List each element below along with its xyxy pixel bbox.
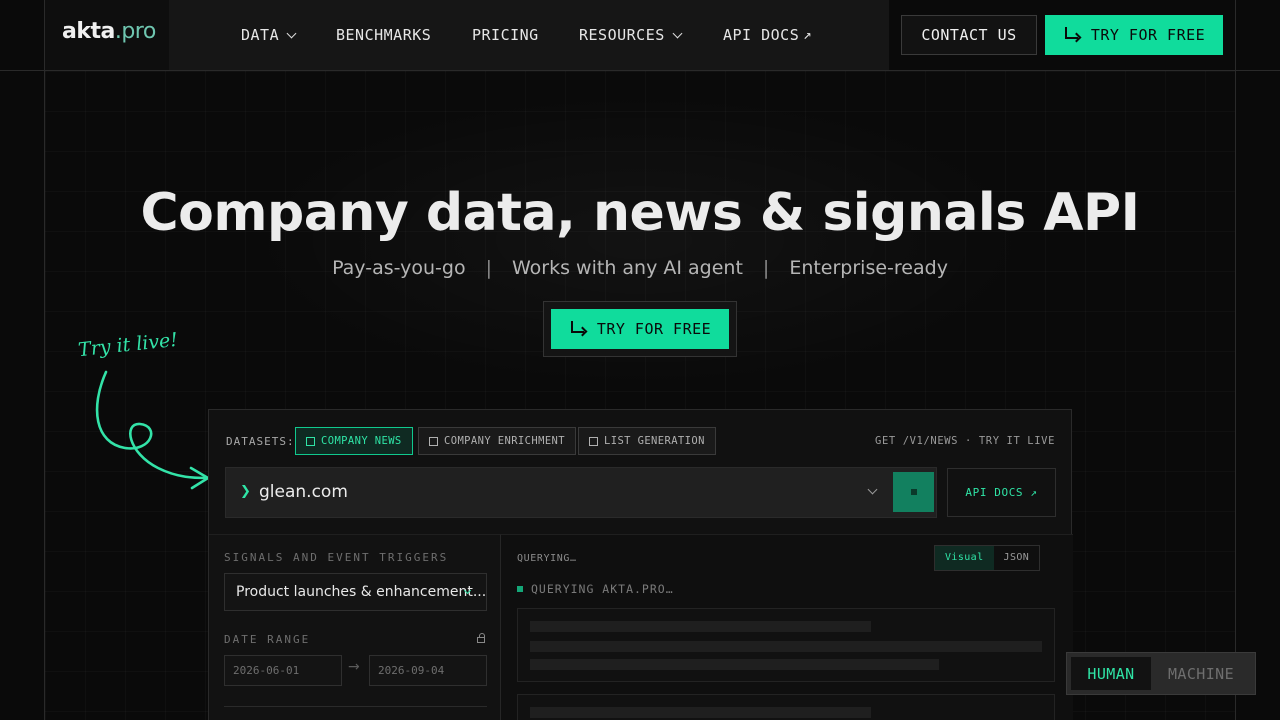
- chip-company-enrichment[interactable]: COMPANY ENRICHMENT: [418, 427, 576, 455]
- chip-list-generation[interactable]: LIST GENERATION: [578, 427, 716, 455]
- curved-arrow-icon: [95, 370, 210, 490]
- date-from-field[interactable]: 2026-06-01: [224, 655, 342, 686]
- try-for-free-header-button[interactable]: TRY FOR FREE: [1045, 15, 1223, 55]
- view-toggle: Visual JSON: [934, 545, 1041, 571]
- query-status: QUERYING AKTA.PRO…: [517, 582, 674, 596]
- results-column: QUERYING… Visual JSON QUERYING AKTA.PRO…: [501, 534, 1073, 720]
- building-icon: [429, 436, 438, 446]
- hero-title: Company data, news & signals API: [140, 183, 1140, 243]
- frame-line-right: [1235, 0, 1236, 720]
- chip-company-news[interactable]: COMPANY NEWS: [295, 427, 413, 455]
- news-icon: [306, 436, 315, 446]
- skeleton-line: [530, 707, 871, 718]
- filters-column: SIGNALS AND EVENT TRIGGERS Product launc…: [209, 534, 501, 720]
- prompt-caret-icon: ❯: [240, 484, 251, 499]
- skeleton-line: [530, 641, 1042, 652]
- enter-arrow-icon: [1063, 27, 1082, 43]
- nav-item-label: PRICING: [472, 26, 539, 44]
- try-for-free-label: TRY FOR FREE: [1090, 26, 1206, 44]
- enter-arrow-icon: [569, 321, 588, 337]
- api-docs-button[interactable]: API DOCS ↗: [947, 468, 1056, 517]
- nav-item-label: DATA: [241, 26, 280, 44]
- nav-item-resources[interactable]: RESOURCES: [579, 26, 683, 44]
- skeleton-card: [517, 608, 1055, 682]
- domain-search-input[interactable]: ❯ glean.com: [225, 467, 937, 518]
- view-json-tab[interactable]: JSON: [994, 546, 1040, 570]
- signals-value: Product launches & enhancement...: [236, 584, 487, 600]
- skeleton-line: [530, 659, 939, 670]
- query-status-text: QUERYING AKTA.PRO…: [531, 582, 674, 596]
- logo-name: akta: [62, 19, 115, 44]
- chevron-down-icon: [286, 28, 297, 38]
- querying-label: QUERYING…: [517, 553, 577, 564]
- date-range-label: DATE RANGE: [224, 633, 311, 646]
- hero-feature: Pay-as-you-go: [332, 257, 466, 279]
- mode-human-button[interactable]: HUMAN: [1071, 657, 1151, 690]
- logo[interactable]: akta.pro: [62, 19, 156, 44]
- site-header: akta.pro DATA BENCHMARKS PRICING RESOURC…: [0, 0, 1280, 71]
- nav-item-data[interactable]: DATA: [241, 26, 297, 44]
- search-value: glean.com: [259, 482, 348, 502]
- human-machine-toggle: HUMAN MACHINE: [1066, 652, 1256, 695]
- separator: |: [485, 257, 492, 279]
- try-for-free-hero-button[interactable]: TRY FOR FREE: [551, 309, 729, 349]
- chevron-down-icon[interactable]: [867, 484, 878, 495]
- demo-panel: DATASETS: COMPANY NEWS COMPANY ENRICHMEN…: [208, 409, 1073, 720]
- external-link-icon: ↗: [803, 27, 813, 43]
- chevron-down-icon: [672, 28, 683, 38]
- try-for-free-label: TRY FOR FREE: [596, 320, 712, 338]
- skeleton-line: [530, 621, 871, 632]
- nav-item-pricing[interactable]: PRICING: [472, 26, 539, 44]
- chip-label: COMPANY NEWS: [321, 435, 402, 447]
- separator: |: [762, 257, 770, 279]
- frame-line-left: [44, 0, 45, 720]
- view-visual-tab[interactable]: Visual: [935, 546, 994, 570]
- hero-feature: Works with any AI agent: [512, 257, 743, 279]
- skeleton-card: [517, 694, 1055, 720]
- lock-icon: [477, 633, 485, 643]
- run-query-button[interactable]: [893, 472, 934, 512]
- nav-item-label: RESOURCES: [579, 26, 665, 44]
- endpoint-meta: GET /V1/NEWS · TRY IT LIVE: [875, 435, 1055, 447]
- hero-feature: Enterprise-ready: [789, 257, 948, 279]
- status-dot-icon: [517, 586, 523, 592]
- list-icon: [589, 436, 598, 446]
- mode-machine-button[interactable]: MACHINE: [1151, 657, 1251, 690]
- signals-select[interactable]: Product launches & enhancement...: [224, 573, 487, 611]
- nav-item-label: BENCHMARKS: [336, 26, 432, 44]
- arrow-right-icon: →: [348, 659, 360, 675]
- divider: [224, 706, 487, 707]
- nav-item-label: API DOCS: [723, 26, 800, 44]
- signals-label: SIGNALS AND EVENT TRIGGERS: [224, 551, 449, 564]
- contact-us-button[interactable]: CONTACT US: [901, 15, 1037, 55]
- stop-icon: [910, 489, 917, 495]
- contact-us-label: CONTACT US: [921, 26, 1017, 44]
- logo-tld: .pro: [114, 19, 156, 44]
- datasets-label: DATASETS:: [226, 435, 295, 448]
- nav-item-benchmarks[interactable]: BENCHMARKS: [336, 26, 431, 44]
- date-to-field[interactable]: 2026-09-04: [369, 655, 487, 686]
- hero-subtitle: Pay-as-you-go | Works with any AI agent …: [0, 257, 1280, 279]
- chip-label: COMPANY ENRICHMENT: [444, 435, 565, 447]
- nav-item-api-docs[interactable]: API DOCS ↗: [723, 26, 812, 44]
- chip-label: LIST GENERATION: [604, 435, 705, 447]
